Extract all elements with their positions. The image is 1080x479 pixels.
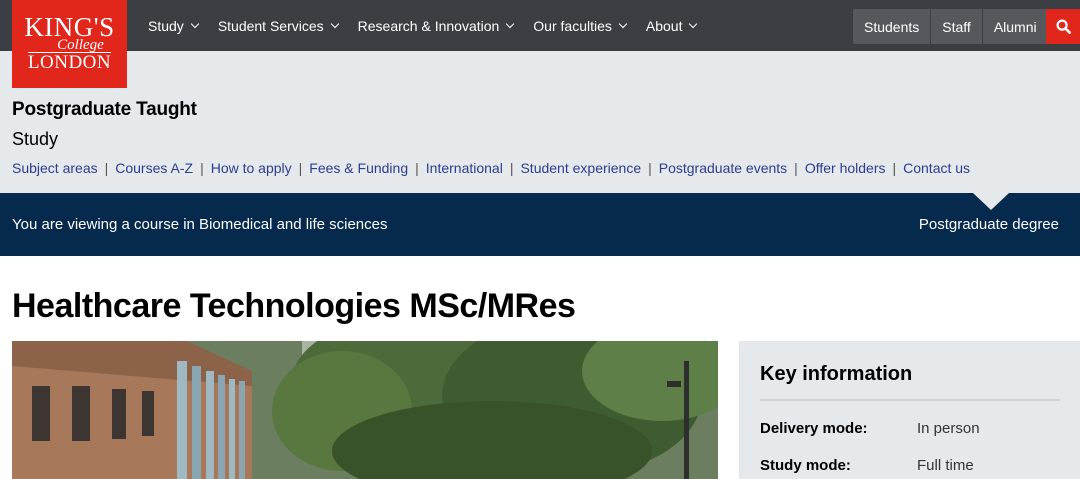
subnav-separator: | [415, 160, 419, 176]
subnav-link-fees-funding[interactable]: Fees & Funding [309, 160, 408, 176]
audience-link-students[interactable]: Students [853, 9, 930, 44]
kings-college-london-logo[interactable]: KING'S College LONDON [12, 0, 127, 88]
banner-degree-type: Postgraduate degree [918, 216, 1059, 233]
nav-item-label: About [645, 17, 683, 34]
key-information-panel: Key information Delivery mode: In person… [739, 341, 1080, 479]
nav-item-research-innovation[interactable]: Research & Innovation [357, 17, 515, 34]
chevron-down-icon [506, 19, 515, 28]
nav-item-about[interactable]: About [645, 17, 698, 34]
subnav-separator: | [298, 160, 303, 176]
subnav-link-contact-us[interactable]: Contact us [903, 160, 970, 176]
course-category-banner: You are viewing a course in Biomedical a… [0, 193, 1080, 256]
campus-photo [12, 341, 718, 479]
subnav-link-international[interactable]: International [426, 160, 503, 176]
nav-item-label: Student Services [217, 17, 324, 34]
nav-item-label: Study [148, 17, 184, 34]
chevron-down-icon [618, 19, 628, 28]
section-subtitle: Study [12, 129, 59, 149]
section-header: Postgraduate Taught Study Subject areas … [0, 51, 1080, 193]
nav-item-our-faculties[interactable]: Our faculties [533, 17, 628, 34]
audience-link-alumni[interactable]: Alumni [981, 9, 1048, 44]
subnav-link-subject-areas[interactable]: Subject areas [12, 160, 98, 176]
campus-photo-illustration [12, 341, 718, 479]
subnav-separator: | [892, 160, 897, 176]
search-icon [1056, 19, 1071, 34]
chevron-down-icon [689, 19, 698, 28]
banner-notch [973, 193, 1009, 210]
nav-item-label: Research & Innovation [357, 17, 500, 34]
audience-switcher: Students Staff Alumni [853, 9, 1048, 44]
subnav-separator: | [794, 160, 798, 176]
subnav-separator: | [509, 160, 514, 176]
section-title[interactable]: Postgraduate Taught [12, 99, 197, 121]
key-information-divider [760, 399, 1060, 401]
banner-category-text: You are viewing a course in Biomedical a… [12, 216, 388, 233]
logo-line-london: LONDON [27, 51, 112, 73]
subnav-link-courses-a-z[interactable]: Courses A-Z [115, 160, 193, 176]
main-nav: Study Student Services Research & Innova… [148, 0, 716, 51]
section-subnav: Subject areas | Courses A-Z | How to app… [12, 160, 970, 176]
key-information-title: Key information [760, 363, 913, 385]
subnav-separator: | [648, 160, 652, 176]
nav-item-study[interactable]: Study [148, 17, 200, 34]
subnav-link-how-to-apply[interactable]: How to apply [211, 160, 292, 176]
course-title: Healthcare Technologies MSc/MRes [12, 287, 576, 325]
key-info-label: Delivery mode: [760, 420, 868, 437]
subnav-link-postgraduate-events[interactable]: Postgraduate events [659, 160, 787, 176]
subnav-link-offer-holders[interactable]: Offer holders [805, 160, 886, 176]
audience-link-staff[interactable]: Staff [930, 9, 982, 44]
search-button[interactable] [1046, 9, 1080, 44]
subnav-separator: | [104, 160, 109, 176]
nav-item-label: Our faculties [533, 17, 612, 34]
chevron-down-icon [190, 19, 200, 28]
key-info-label: Study mode: [760, 457, 851, 474]
key-info-value: Full time [917, 457, 974, 474]
chevron-down-icon [330, 19, 339, 28]
top-navigation: Study Student Services Research & Innova… [0, 0, 1080, 51]
key-info-value: In person [917, 420, 980, 437]
nav-item-student-services[interactable]: Student Services [217, 17, 339, 34]
logo-line-college: College [57, 36, 104, 53]
logo-line-kings: KING'S [24, 11, 115, 42]
subnav-separator: | [200, 160, 204, 176]
subnav-link-student-experience[interactable]: Student experience [520, 160, 641, 176]
